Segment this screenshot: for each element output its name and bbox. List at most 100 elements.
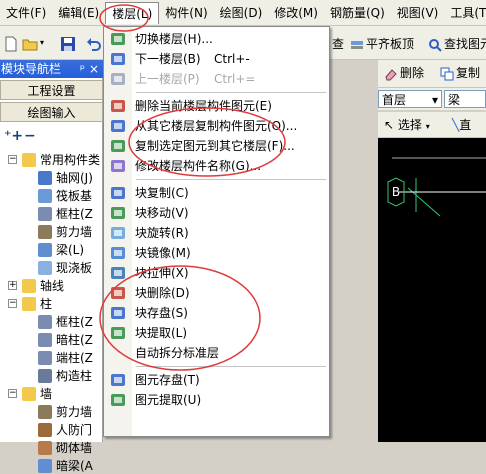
menu-draw[interactable]: 绘图(D) [214, 2, 269, 24]
menu-item-label: 复制选定图元到其它楼层(F)... [135, 139, 295, 153]
new-file-icon[interactable] [3, 36, 19, 52]
menu-edit[interactable]: 编辑(E) [52, 2, 105, 24]
floor-menu-item[interactable]: 图元提取(U) [104, 390, 329, 410]
menu-view[interactable]: 视图(V) [391, 2, 445, 24]
undo-icon[interactable] [86, 36, 102, 52]
collapse-icon[interactable]: − [8, 155, 17, 164]
close-icon[interactable]: × [89, 60, 99, 78]
column2-icon [38, 369, 52, 383]
flat-slab-icon [351, 40, 363, 49]
chevron-down-icon: ▾ [431, 93, 438, 107]
project-settings-button[interactable]: 工程设置 [0, 80, 103, 100]
tree-item[interactable]: 框柱(Z [0, 314, 103, 330]
blkmirror-icon [111, 247, 125, 259]
tree-item-label: 现浇板 [56, 261, 93, 275]
collapse-icon[interactable]: − [8, 299, 17, 308]
nav-title-label: 模块导航栏 [1, 62, 62, 76]
beam-icon [38, 243, 52, 257]
floor-menu-item[interactable]: 块镜像(M) [104, 243, 329, 263]
drawing-input-button[interactable]: 绘图输入 [0, 102, 103, 122]
floor-menu-item[interactable]: 从其它楼层复制构件图元(O)... [104, 116, 329, 136]
floor-menu-item[interactable]: 块旋转(R) [104, 223, 329, 243]
tree-item[interactable]: − 常用构件类 [0, 152, 103, 168]
floor-menu-item[interactable]: 块复制(C) [104, 183, 329, 203]
floor-menu-item[interactable]: 块移动(V) [104, 203, 329, 223]
floor-menu-item[interactable]: 切换楼层(H)... [104, 29, 329, 49]
blksave-icon [111, 307, 125, 319]
find-element-button[interactable]: 查找图元 [428, 34, 486, 56]
beam-icon [38, 459, 52, 473]
tree-item[interactable]: 暗柱(Z [0, 332, 103, 348]
tree-item[interactable]: 梁(L) [0, 242, 103, 258]
floor-menu-item[interactable]: 复制选定图元到其它楼层(F)... [104, 136, 329, 156]
floor-menu-item[interactable]: 块存盘(S) [104, 303, 329, 323]
collapse-icon[interactable]: − [8, 389, 17, 398]
tree-item[interactable]: 暗梁(A [0, 458, 103, 474]
expand-icon[interactable]: + [8, 281, 17, 290]
tree-item-label: 剪力墙 [56, 225, 93, 239]
floor-combo[interactable]: 首层 ▾ [378, 90, 442, 108]
component-type-combo[interactable]: 梁 [444, 90, 486, 108]
floor-menu-item[interactable]: 删除当前楼层构件图元(E) [104, 96, 329, 116]
save-icon[interactable] [60, 36, 76, 52]
menu-rebar-quantity[interactable]: 钢筋量(Q) [324, 2, 391, 24]
menu-item-label: 删除当前楼层构件图元(E) [135, 99, 272, 113]
menu-file[interactable]: 文件(F) [0, 2, 52, 24]
menu-item-label: 块移动(V) [135, 206, 189, 220]
tree-item[interactable]: + 轴线 [0, 278, 103, 294]
rename-icon [111, 160, 125, 172]
floor-menu-item[interactable]: 块提取(L) [104, 323, 329, 343]
floor-menu-item[interactable]: 修改楼层构件名称(G)... [104, 156, 329, 176]
menu-item-label: 块镜像(M) [135, 246, 191, 260]
column-icon [38, 207, 52, 221]
add-icon[interactable]: ⁺+ [4, 128, 23, 144]
tree-item[interactable]: 轴网(J) [0, 170, 103, 186]
tree-item[interactable]: − 墙 [0, 386, 103, 402]
module-nav-title: 模块导航栏 ᵖ × [0, 60, 103, 78]
pin-icon[interactable]: ᵖ [80, 60, 85, 78]
blkrotate-icon [111, 227, 125, 239]
tree-item[interactable]: 构造柱 [0, 368, 103, 384]
tree-item-label: 砌体墙 [56, 441, 93, 455]
floor-menu-item[interactable]: 图元存盘(T) [104, 370, 329, 390]
tree-item[interactable]: 框柱(Z [0, 206, 103, 222]
menu-separator [136, 92, 326, 93]
floor-menu-item[interactable]: 块删除(D) [104, 283, 329, 303]
tree-item[interactable]: 端柱(Z [0, 350, 103, 366]
tree-item[interactable]: 剪力墙 [0, 404, 103, 420]
menu-floor[interactable]: 楼层(L) [105, 1, 160, 24]
tree-item[interactable]: 人防门 [0, 422, 103, 438]
menu-tools[interactable]: 工具(T) [444, 2, 486, 24]
flat-slab-top-button[interactable]: 平齐板顶 [350, 34, 414, 56]
find-icon [429, 38, 442, 52]
menu-item-label: 从其它楼层复制构件图元(O)... [135, 119, 298, 133]
copy-button[interactable]: 复制 [440, 63, 480, 85]
floor-menu-item[interactable]: 自动拆分标准层 [104, 343, 329, 363]
remove-icon[interactable]: − [24, 128, 36, 144]
tree-item[interactable]: 砌体墙 [0, 440, 103, 456]
query-button[interactable]: 查 [332, 34, 344, 56]
floor-menu-item[interactable]: 块拉伸(X) [104, 263, 329, 283]
tree-item[interactable]: 剪力墙 [0, 224, 103, 240]
delete-button[interactable]: 删除 [384, 63, 424, 85]
open-folder-icon[interactable] [22, 36, 38, 52]
menu-modify[interactable]: 修改(M) [268, 2, 324, 24]
menu-component[interactable]: 构件(N) [159, 2, 213, 24]
line-button[interactable]: ╲直 [452, 115, 471, 137]
menu-item-label: 块旋转(R) [135, 226, 189, 240]
tree-item[interactable]: − 柱 [0, 296, 103, 312]
brick-icon [38, 441, 52, 455]
tree-item-label: 框柱(Z [56, 315, 93, 329]
tree-item[interactable]: 现浇板 [0, 260, 103, 276]
column-icon [38, 351, 52, 365]
tree-item-label: 柱 [40, 297, 53, 311]
menu-item-label: 块删除(D) [135, 286, 190, 300]
drawing-canvas[interactable]: B [378, 138, 486, 442]
open-dropdown-icon[interactable]: ▾ [40, 38, 44, 47]
menu-item-label: 图元提取(U) [135, 393, 202, 407]
select-button[interactable]: ↖ 选择 ▾ [384, 115, 430, 137]
tree-item[interactable]: 筏板基 [0, 188, 103, 204]
floor-menu-item[interactable]: 下一楼层(B) Ctrl+- [104, 49, 329, 69]
floor-menu-item: 上一楼层(P) Ctrl+= [104, 69, 329, 89]
floor-selector-row: 首层 ▾ 梁 [378, 88, 486, 110]
